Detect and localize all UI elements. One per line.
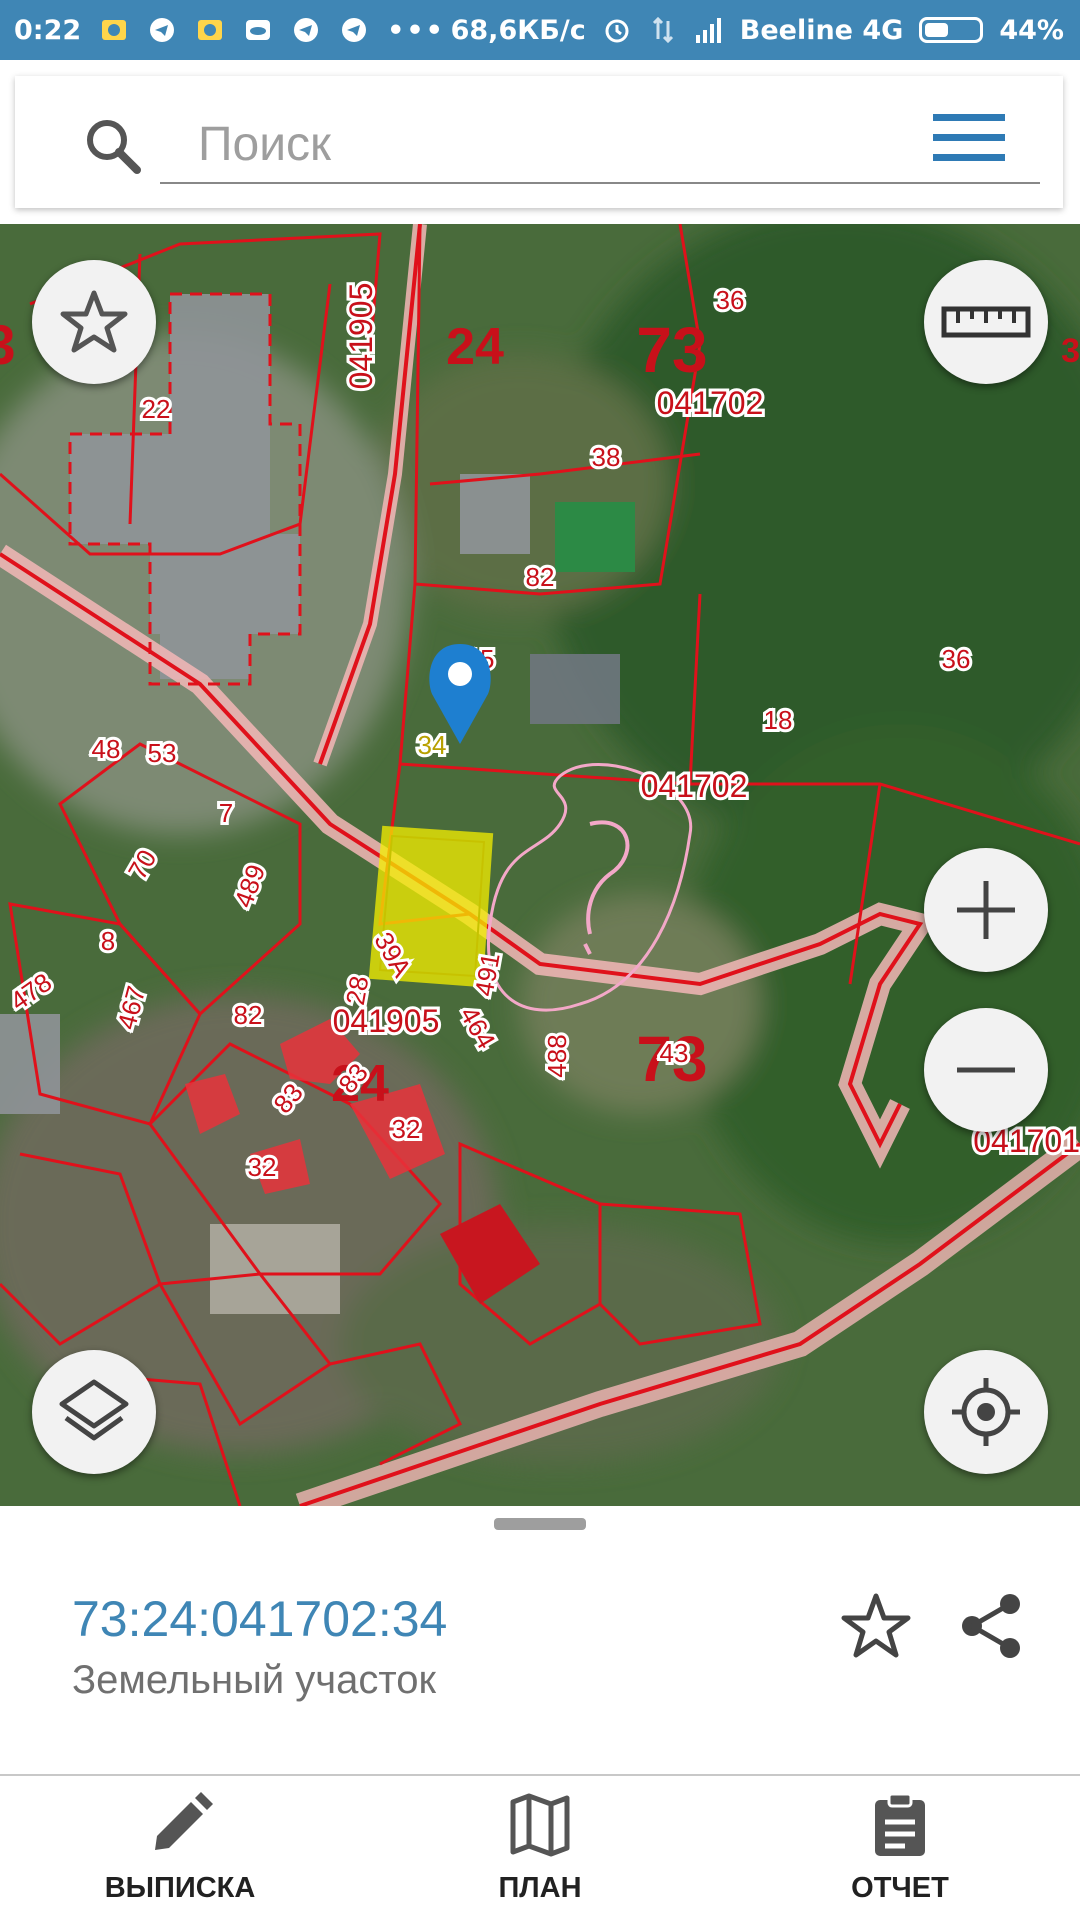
quarter-label-041702-mid: 041702: [641, 768, 748, 804]
ruler-icon: [941, 306, 1031, 338]
clipboard-icon: [875, 1792, 925, 1856]
district-label-24-top: 24: [446, 318, 504, 376]
parcel-label-488: 488: [542, 1034, 572, 1077]
sheet-drag-handle[interactable]: [494, 1518, 586, 1530]
crosshair-icon: [952, 1378, 1020, 1446]
pencil-icon: [155, 1792, 213, 1850]
nav-report-button[interactable]: ОТЧЕТ: [750, 1776, 1050, 1922]
minus-icon: [957, 1067, 1015, 1073]
quarter-label-041905-low: 041905: [333, 1003, 440, 1039]
nav-label-extract: ВЫПИСКА: [104, 1872, 256, 1904]
nav-extract-button[interactable]: ВЫПИСКА: [30, 1776, 330, 1922]
more-notifications-icon: •••: [387, 14, 445, 46]
carrier-label: Beeline 4G: [739, 14, 904, 46]
parcel-label-34: 34: [418, 730, 447, 760]
star-icon: [60, 290, 128, 353]
nav-label-plan: ПЛАН: [498, 1872, 582, 1904]
parcel-type: Земельный участок: [72, 1658, 437, 1702]
parcel-label-43: 43: [660, 1038, 689, 1068]
status-time: 0:22: [14, 14, 82, 46]
layers-icon: [59, 1379, 129, 1441]
map-view[interactable]: 3 3 24 73 73 24 041702 041702 041905 041…: [0, 224, 1080, 1506]
quarter-label-041905-top: 041905: [343, 283, 379, 390]
signal-icon: [695, 18, 721, 43]
telegram-icon: [150, 18, 175, 42]
parcel-label-36-top: 36: [716, 285, 745, 315]
layers-button[interactable]: [32, 1350, 156, 1474]
plus-icon: [957, 881, 1015, 939]
data-arrows-icon: [652, 16, 673, 44]
battery-percent: 44%: [999, 14, 1064, 46]
share-icon[interactable]: [960, 1590, 1024, 1662]
search-icon[interactable]: [79, 112, 149, 182]
cloud-icon: [246, 20, 271, 40]
parcel-info-sheet[interactable]: 73:24:041702:34 Земельный участок: [0, 1506, 1080, 1774]
notification-app-icon: [198, 20, 223, 40]
telegram-icon: [342, 18, 367, 42]
parcel-label-18: 18: [764, 705, 793, 735]
parcel-label-48: 48: [92, 734, 121, 764]
parcel-label-28: 28: [340, 974, 375, 1008]
map-edge-label-left: 3: [0, 313, 16, 376]
battery-icon: [919, 17, 984, 43]
zoom-in-button[interactable]: [924, 848, 1048, 972]
parcel-label-82-mid: 82: [526, 562, 555, 592]
network-speed: 68,6КБ/с: [450, 14, 586, 46]
parcel-label-32-a: 32: [392, 1114, 421, 1144]
alarm-icon: [605, 19, 629, 43]
parcel-label-38: 38: [592, 442, 621, 472]
menu-icon[interactable]: [933, 112, 1005, 164]
parcel-label-36-right: 36: [942, 644, 971, 674]
parcel-label-53: 53: [148, 738, 177, 768]
parcel-label-82-low: 82: [234, 1000, 263, 1030]
parcel-number: 73:24:041702:34: [72, 1591, 448, 1647]
parcel-label-32-b: 32: [248, 1152, 277, 1182]
nav-label-report: ОТЧЕТ: [851, 1872, 949, 1904]
nav-plan-button[interactable]: ПЛАН: [390, 1776, 690, 1922]
cadastral-map[interactable]: 3 3 24 73 73 24 041702 041702 041905 041…: [0, 224, 1080, 1506]
status-bar: 0:22 ••• 68,6КБ/с Beeline 4G 44%: [0, 0, 1080, 60]
favorite-map-button[interactable]: [32, 260, 156, 384]
locate-button[interactable]: [924, 1350, 1048, 1474]
star-icon[interactable]: [840, 1590, 912, 1662]
ruler-button[interactable]: [924, 260, 1048, 384]
map-icon: [510, 1793, 570, 1857]
parcel-label-8: 8: [101, 926, 115, 956]
notification-app-icon: [102, 20, 127, 40]
search-input[interactable]: Поиск: [160, 106, 1040, 184]
region-label-73-top: 73: [636, 314, 707, 386]
map-edge-label-right: 3: [1061, 332, 1080, 370]
parcel-label-22: 22: [142, 394, 171, 424]
bottom-navigation: ВЫПИСКА ПЛАН ОТЧЕТ: [0, 1774, 1080, 1922]
zoom-out-button[interactable]: [924, 1008, 1048, 1132]
telegram-icon: [294, 18, 319, 42]
quarter-label-041702-top: 041702: [657, 385, 764, 421]
search-bar: Поиск: [15, 76, 1063, 208]
parcel-label-7: 7: [219, 798, 233, 828]
